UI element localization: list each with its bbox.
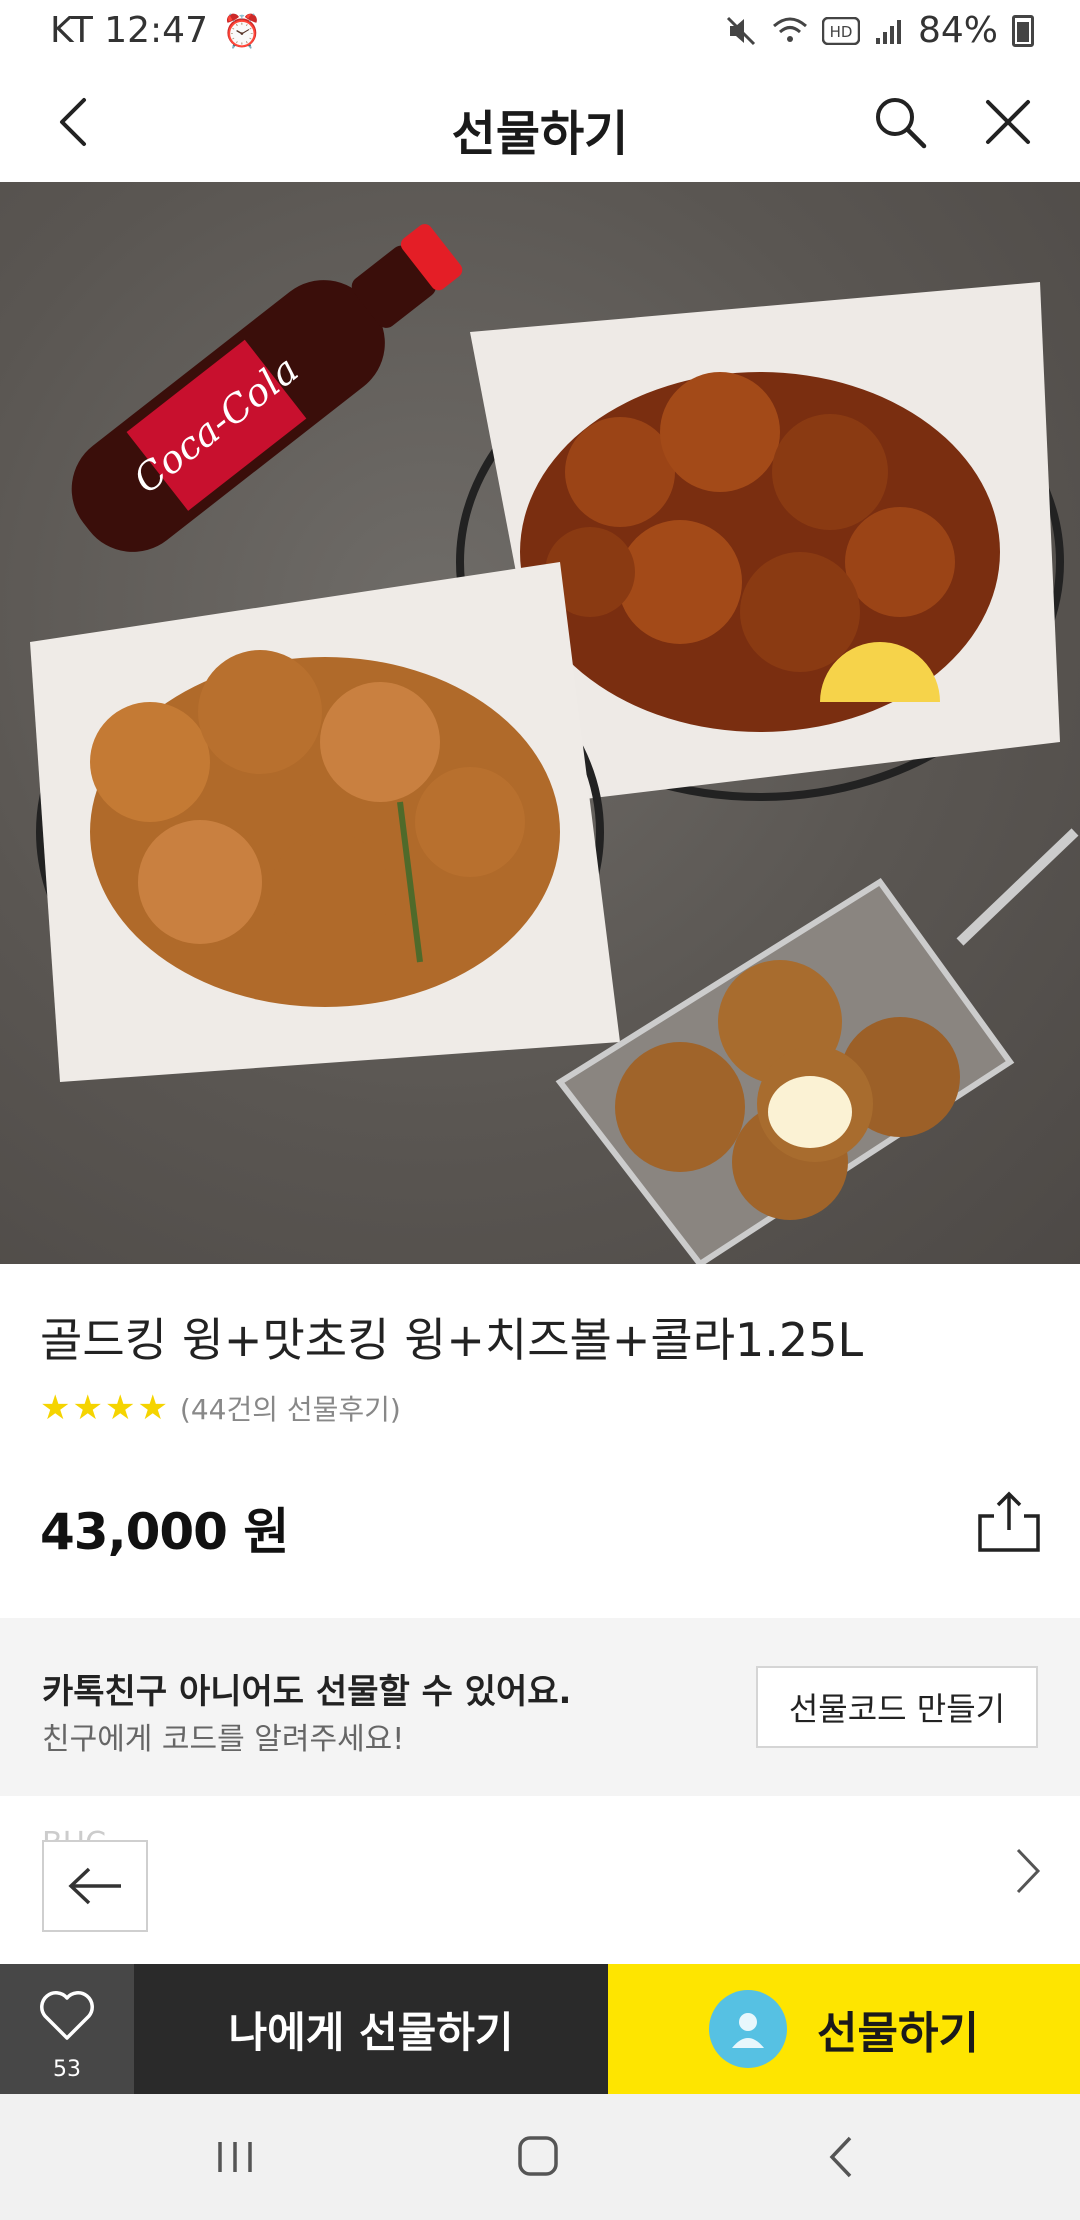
arrow-left-icon <box>68 1867 121 1905</box>
product-price: 43,000 원 <box>40 1503 289 1561</box>
rating[interactable]: ★★★★ (44건의 선물후기) <box>40 1388 401 1428</box>
cola-bottle: Coca-Cola <box>71 224 463 552</box>
home-icon[interactable] <box>516 2134 560 2178</box>
friend-avatar-icon <box>709 1990 788 2068</box>
create-gift-code-button[interactable]: 선물코드 만들기 <box>756 1666 1038 1748</box>
svg-text:HD: HD <box>830 23 853 41</box>
product-title: 골드킹 윙+맛초킹 윙+치즈볼+콜라1.25L <box>40 1313 864 1367</box>
back-nav-icon[interactable] <box>826 2134 856 2180</box>
promo-subtitle: 친구에게 코드를 알려주세요! <box>42 1722 405 1757</box>
recents-icon[interactable] <box>214 2138 256 2176</box>
like-count: 53 <box>53 2057 81 2082</box>
action-bar: 53 나에게 선물하기 선물하기 <box>0 1964 1080 2094</box>
close-icon[interactable] <box>978 92 1038 152</box>
back-arrow-button[interactable] <box>42 1840 148 1932</box>
like-button[interactable]: 53 <box>0 1964 134 2094</box>
gift-to-self-button[interactable]: 나에게 선물하기 <box>134 1964 608 2094</box>
product-image: Coca-Cola <box>0 182 1080 1264</box>
status-bar: KT 12:47 ⏰ HD 84% <box>0 0 1080 64</box>
status-left: KT 12:47 ⏰ <box>50 10 262 51</box>
star-icons: ★★★★ <box>40 1388 170 1428</box>
gift-button[interactable]: 선물하기 <box>608 1964 1080 2094</box>
brand-row[interactable]: BHC <box>0 1796 1080 1932</box>
battery-icon <box>1012 14 1034 47</box>
share-icon[interactable] <box>974 1486 1044 1556</box>
app-bar: 선물하기 <box>0 64 1080 183</box>
wifi-icon <box>772 17 807 42</box>
system-nav-bar <box>0 2094 1080 2220</box>
cheese-balls <box>555 828 1079 1264</box>
signal-icon <box>875 19 901 44</box>
status-right: HD 84% <box>724 10 1034 51</box>
product-illustration: Coca-Cola <box>30 224 1079 1264</box>
chevron-right-icon[interactable] <box>1010 1844 1046 1898</box>
hd-icon: HD <box>821 16 860 45</box>
battery-percent: 84% <box>917 10 998 51</box>
promo-title: 카톡친구 아니어도 선물할 수 있어요. <box>42 1672 572 1712</box>
fried-chicken <box>30 562 620 1082</box>
review-count[interactable]: (44건의 선물후기) <box>180 1388 401 1428</box>
mute-icon <box>726 16 756 45</box>
gift-code-promo: 카톡친구 아니어도 선물할 수 있어요. 친구에게 코드를 알려주세요! 선물코… <box>0 1618 1080 1796</box>
heart-icon <box>40 1991 94 2040</box>
carrier-time: KT 12:47 <box>50 10 208 51</box>
alarm-icon: ⏰ <box>222 11 262 50</box>
gift-button-label: 선물하기 <box>817 2008 979 2059</box>
search-icon[interactable] <box>870 92 930 152</box>
